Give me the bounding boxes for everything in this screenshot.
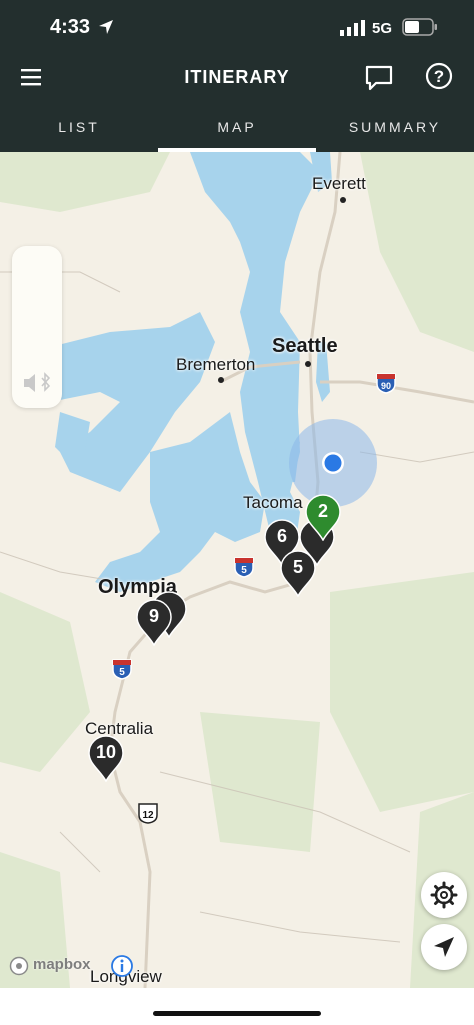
signal-bars-icon	[340, 20, 365, 36]
network-type: 5G	[372, 20, 393, 37]
info-icon[interactable]	[110, 954, 134, 978]
tab-summary[interactable]: SUMMARY	[316, 102, 474, 152]
interstate-shield-icon: 90	[376, 373, 396, 394]
stop-pin-10[interactable]: 10	[87, 734, 125, 783]
map-settings-button[interactable]	[421, 872, 467, 918]
tab-map[interactable]: MAP	[158, 102, 316, 152]
speaker-bluetooth-icon	[24, 372, 51, 392]
city-label-everett: Everett	[312, 174, 366, 193]
gear-icon	[430, 881, 458, 909]
tab-list[interactable]: LIST	[0, 102, 158, 152]
stop-number: 5	[292, 557, 303, 577]
stop-number: 9	[148, 606, 159, 626]
stop-pin-2[interactable]: 2	[304, 493, 342, 542]
page-title: ITINERARY	[184, 67, 290, 87]
city-label-bremerton: Bremerton	[176, 355, 256, 374]
locate-me-button[interactable]	[421, 924, 467, 970]
mapbox-logo-icon	[9, 956, 29, 976]
highway-shield-5: 5	[241, 565, 247, 576]
stop-pin-9[interactable]: 9	[135, 598, 173, 647]
location-arrow-icon	[99, 20, 113, 34]
help-icon[interactable]: ?	[425, 62, 453, 90]
map-view[interactable]: Everett Seattle Bremerton Tacoma Olympia…	[0, 152, 474, 988]
current-location-dot	[324, 454, 342, 472]
city-label-seattle: Seattle	[272, 335, 338, 357]
city-label-tacoma: Tacoma	[243, 493, 303, 512]
floating-side-panel[interactable]	[12, 246, 62, 408]
navigation-arrow-icon	[434, 937, 454, 957]
svg-text:?: ?	[434, 67, 444, 86]
stop-number: 2	[317, 501, 328, 521]
interstate-shield-icon: 5	[112, 659, 132, 680]
status-bar: 4:33 5G	[0, 0, 474, 56]
highway-shield-12: 12	[142, 810, 154, 821]
us-route-shield-icon: 12	[138, 803, 158, 824]
status-time: 4:33	[50, 16, 91, 38]
tab-bar: LIST MAP SUMMARY	[0, 102, 474, 152]
chat-icon[interactable]	[364, 64, 394, 92]
highway-shield-90: 90	[381, 381, 391, 391]
battery-icon	[402, 18, 437, 36]
interstate-shield-icon: 5	[234, 557, 254, 578]
app-header: ITINERARY ?	[0, 56, 474, 102]
bottom-safe-area	[0, 988, 474, 1025]
home-indicator[interactable]	[153, 1011, 321, 1016]
stop-pin-5[interactable]: 5	[279, 549, 317, 598]
stop-number: 10	[95, 742, 117, 762]
stop-number: 6	[276, 526, 287, 546]
mapbox-wordmark: mapbox	[33, 956, 91, 973]
highway-shield-5: 5	[119, 667, 125, 678]
